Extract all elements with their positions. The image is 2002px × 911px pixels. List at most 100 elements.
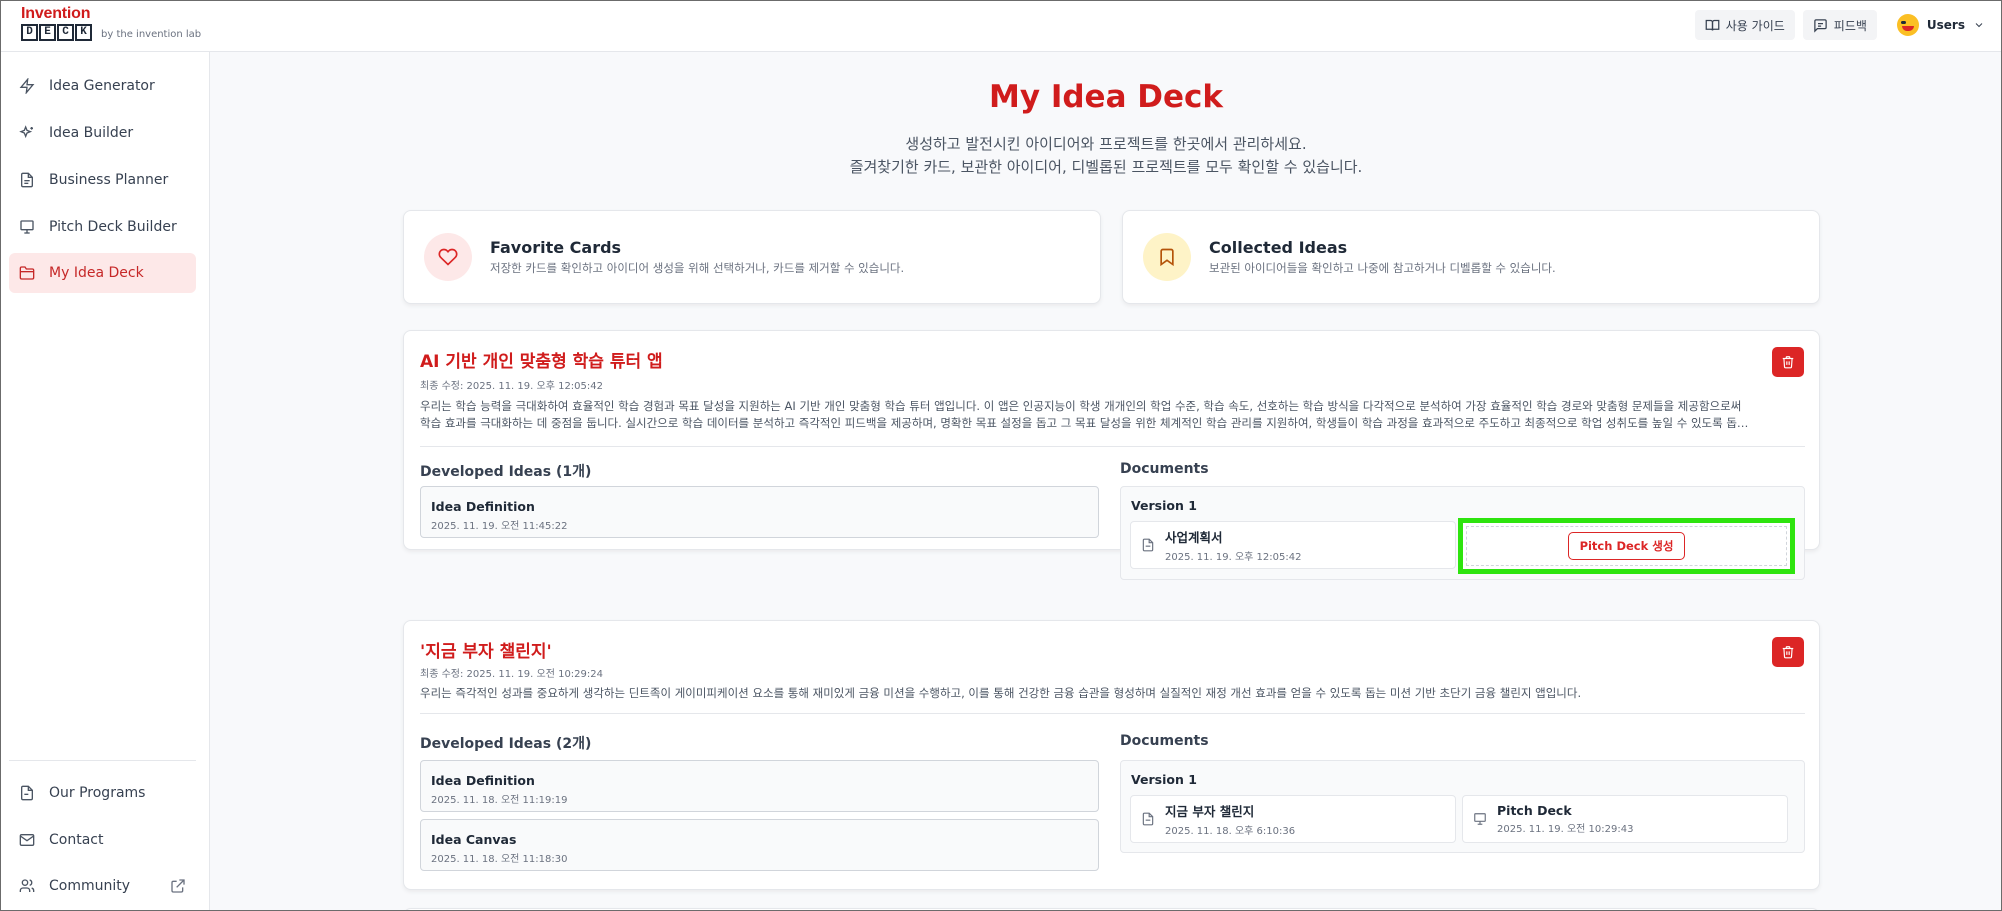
sidebar-item-label: Idea Builder (49, 125, 134, 141)
collected-ideas-desc: 보관된 아이디어들을 확인하고 나중에 참고하거나 디벨롭할 수 있습니다. (1209, 261, 1556, 275)
generate-pitch-deck-button[interactable]: Pitch Deck 생성 (1567, 532, 1686, 560)
logo-letter: D (21, 24, 38, 41)
project-description: 우리는 학습 능력을 극대화하여 효율적인 학습 경험과 목표 달성을 지원하는… (420, 398, 1770, 432)
project-modified-date: 최종 수정: 2025. 11. 19. 오후 12:05:42 (420, 381, 603, 392)
sidebar-item-idea-generator[interactable]: Idea Generator (9, 66, 196, 106)
user-guide-button[interactable]: 사용 가이드 (1694, 10, 1795, 40)
feedback-label: 피드백 (1833, 18, 1867, 33)
main-content: My Idea Deck 생성하고 발전시킨 아이디어와 프로젝트를 한곳에서 … (211, 53, 2001, 910)
delete-project-button[interactable] (1772, 637, 1804, 667)
idea-name: Idea Definition (431, 773, 535, 788)
logo-tagline: by the invention lab (101, 29, 202, 40)
external-link-icon (171, 879, 185, 893)
favorite-cards-desc: 저장한 카드를 확인하고 아이디어 생성을 위해 선택하거나, 카드를 제거할 … (490, 261, 905, 275)
developed-ideas-heading: Developed Ideas (1개) (420, 464, 592, 480)
top-bar: Invention D E C K by the invention lab 사… (1, 1, 2001, 52)
project-divider (420, 446, 1805, 447)
logo-wordmark: Invention (21, 5, 91, 22)
logo-letter: K (75, 24, 92, 41)
page-title: My Idea Deck (988, 79, 1224, 115)
documents-panel: Version 1 지금 부자 챌린지 2025. 11. 18. 오후 6:1… (1120, 760, 1805, 853)
sidebar-item-my-idea-deck[interactable]: My Idea Deck (9, 253, 196, 293)
sidebar-divider (9, 760, 196, 761)
project-title[interactable]: AI 기반 개인 맞춤형 학습 튜터 앱 (420, 347, 663, 372)
description-line: 우리는 즉각적인 성과를 중요하게 생각하는 딘트족이 게이미피케이션 요소를 … (420, 686, 1582, 700)
bookmark-icon (1160, 248, 1174, 267)
collected-ideas-card[interactable]: Collected Ideas 보관된 아이디어들을 확인하고 나중에 참고하거… (1122, 210, 1820, 304)
avatar (1896, 14, 1919, 36)
developed-idea-item[interactable]: Idea Canvas 2025. 11. 18. 오전 11:18:30 (420, 819, 1099, 871)
version-label: Version 1 (1131, 772, 1197, 787)
folder-icon (19, 266, 35, 280)
project-title[interactable]: '지금 부자 챌린지' (420, 637, 552, 662)
trash-icon (1782, 646, 1794, 659)
sidebar-item-label: My Idea Deck (49, 265, 144, 281)
document-name: Pitch Deck (1497, 803, 1572, 818)
collected-ideas-title: Collected Ideas (1209, 238, 1348, 257)
presentation-icon (20, 220, 34, 234)
message-square-icon (1814, 18, 1827, 33)
file-text-icon (1142, 538, 1154, 552)
file-icon (21, 785, 33, 801)
project-description: 우리는 즉각적인 성과를 중요하게 생각하는 딘트족이 게이미피케이션 요소를 … (420, 685, 1770, 702)
idea-date: 2025. 11. 18. 오전 11:19:19 (431, 795, 568, 806)
sidebar-item-label: Our Programs (49, 785, 146, 801)
delete-project-button[interactable] (1772, 347, 1804, 377)
sparkles-icon (19, 125, 33, 139)
document-date: 2025. 11. 19. 오후 12:05:42 (1165, 552, 1302, 563)
sidebar-item-idea-builder[interactable]: Idea Builder (9, 113, 196, 153)
chevron-down-icon (1975, 23, 1983, 28)
idea-date: 2025. 11. 19. 오전 11:45:22 (431, 521, 568, 532)
pitch-deck-slot: Pitch Deck 생성 (1458, 518, 1795, 574)
document-date: 2025. 11. 19. 오전 10:29:43 (1497, 824, 1634, 835)
idea-date: 2025. 11. 18. 오전 11:18:30 (431, 854, 568, 865)
sidebar-item-label: Business Planner (49, 172, 169, 188)
logo[interactable]: Invention D E C K by the invention lab (21, 6, 221, 46)
project-card: '지금 부자 챌린지' 최종 수정: 2025. 11. 19. 오전 10:2… (403, 620, 1820, 890)
project-card: AI 기반 개인 맞춤형 학습 튜터 앱 최종 수정: 2025. 11. 19… (403, 330, 1820, 580)
sidebar-item-business-planner[interactable]: Business Planner (9, 160, 196, 200)
project-modified-date: 최종 수정: 2025. 11. 19. 오전 10:29:24 (420, 669, 603, 680)
logo-letter: E (39, 24, 56, 41)
sidebar-item-label: Contact (49, 832, 104, 848)
subtitle-line: 생성하고 발전시킨 아이디어와 프로젝트를 한곳에서 관리하세요. (905, 135, 1307, 153)
presentation-icon (1474, 813, 1486, 825)
sidebar-item-community[interactable]: Community (9, 866, 196, 906)
documents-heading: Documents (1120, 733, 1209, 749)
documents-panel: Version 1 사업계획서 2025. 11. 19. 오후 12:05:4… (1120, 486, 1805, 580)
description-line: 학습 효과를 극대화하는 데 중점을 둡니다. 실시간으로 학습 데이터를 분석… (420, 416, 1749, 430)
document-name: 지금 부자 챌린지 (1165, 804, 1255, 819)
favorite-cards-title: Favorite Cards (490, 238, 622, 257)
developed-idea-item[interactable]: Idea Definition 2025. 11. 19. 오전 11:45:2… (420, 486, 1099, 538)
file-text-icon (21, 172, 33, 188)
user-name: Users (1926, 18, 1965, 32)
favorite-cards-card[interactable]: Favorite Cards 저장한 카드를 확인하고 아이디어 생성을 위해 … (403, 210, 1101, 304)
file-text-icon (1142, 812, 1154, 826)
document-name: 사업계획서 (1165, 530, 1223, 545)
sidebar-item-contact[interactable]: Contact (9, 820, 196, 860)
sidebar: Idea Generator Idea Builder Business Pla… (1, 52, 210, 910)
document-date: 2025. 11. 18. 오후 6:10:36 (1165, 826, 1296, 837)
feedback-button[interactable]: 피드백 (1802, 10, 1877, 40)
user-menu[interactable]: Users (1896, 14, 1985, 36)
users-icon (19, 879, 35, 892)
trash-icon (1782, 356, 1794, 369)
subtitle-line: 즐겨찾기한 카드, 보관한 아이디어, 디벨롭된 프로젝트를 모두 확인할 수 … (849, 158, 1363, 176)
sidebar-item-our-programs[interactable]: Our Programs (9, 773, 196, 813)
project-divider (420, 713, 1805, 714)
developed-idea-item[interactable]: Idea Definition 2025. 11. 18. 오전 11:19:1… (420, 760, 1099, 812)
document-item-pitch-deck[interactable]: Pitch Deck 2025. 11. 19. 오전 10:29:43 (1462, 795, 1788, 843)
page-subtitle: 생성하고 발전시킨 아이디어와 프로젝트를 한곳에서 관리하세요. 즐겨찾기한 … (211, 133, 2001, 179)
sidebar-item-pitch-deck-builder[interactable]: Pitch Deck Builder (9, 207, 196, 247)
sidebar-item-label: Idea Generator (49, 78, 155, 94)
heart-icon (438, 248, 458, 266)
description-line: 우리는 학습 능력을 극대화하여 효율적인 학습 경험과 목표 달성을 지원하는… (420, 399, 1742, 413)
favorite-icon-circle (424, 233, 472, 281)
document-item-business-plan[interactable]: 지금 부자 챌린지 2025. 11. 18. 오후 6:10:36 (1130, 795, 1456, 843)
document-item-business-plan[interactable]: 사업계획서 2025. 11. 19. 오후 12:05:42 (1130, 521, 1456, 569)
documents-heading: Documents (1120, 461, 1209, 477)
developed-ideas-heading: Developed Ideas (2개) (420, 736, 592, 752)
sidebar-item-label: Community (49, 878, 131, 894)
version-label: Version 1 (1131, 498, 1197, 513)
mail-icon (19, 834, 35, 846)
